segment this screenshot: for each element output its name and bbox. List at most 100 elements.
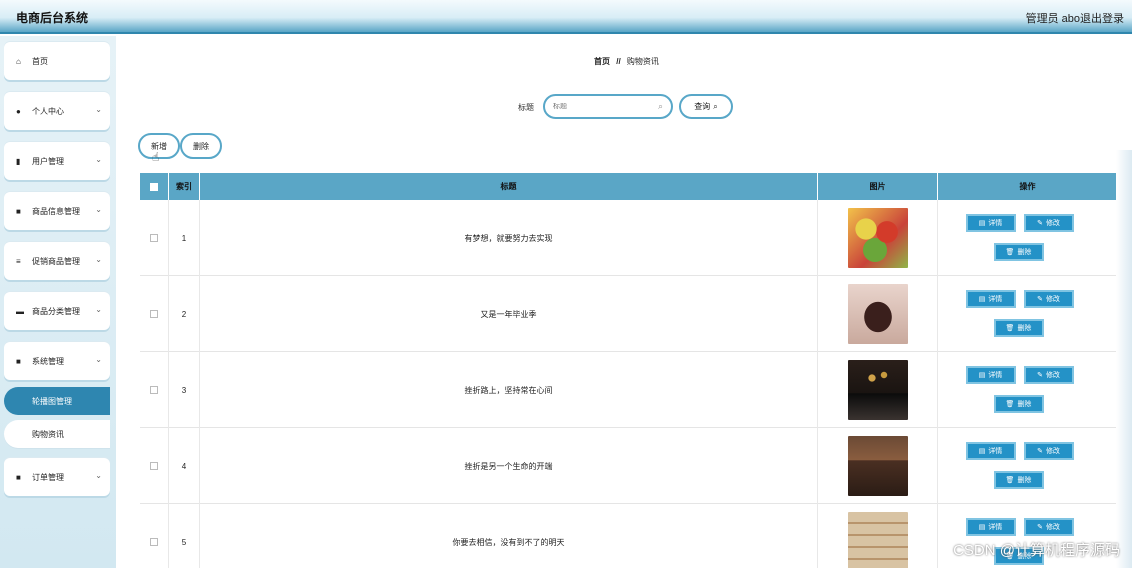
row-image-cell [818, 428, 938, 504]
scrollbar[interactable] [1116, 150, 1132, 568]
chevron-down-icon: ⌄ [95, 255, 102, 264]
sidebar-subitem-carousel[interactable]: 轮播图管理 [4, 387, 110, 415]
sidebar-subitem-label: 轮播图管理 [32, 396, 72, 406]
row-select-cell [140, 428, 169, 504]
chevron-down-icon: ⌄ [95, 355, 102, 364]
edit-button-label: 修改 [1045, 448, 1060, 455]
edit-button-label: 修改 [1045, 372, 1060, 379]
table-row: 4 挫折是另一个生命的开端 ▤ 详情 ✎ 修改 🗑 删除 [140, 428, 1117, 504]
user-icon: ● [16, 106, 21, 116]
header-image: 图片 [818, 173, 938, 200]
edit-button[interactable]: ✎ 修改 [1023, 214, 1074, 232]
row-title: 又是一年毕业季 [200, 276, 818, 352]
top-bar: 电商后台系统 管理员 abo 退出登录 [0, 0, 1132, 34]
table-row: 3 挫折路上，坚持常在心间 ▤ 详情 ✎ 修改 🗑 删除 [140, 352, 1117, 428]
home-icon: ⌂ [16, 56, 21, 66]
row-checkbox[interactable] [150, 234, 158, 242]
row-thumbnail-image[interactable] [847, 208, 908, 268]
sidebar-item-system[interactable]: ■ 系统管理 ⌄ [4, 342, 110, 380]
chevron-down-icon: ⌄ [95, 105, 102, 114]
current-user: 管理员 abo [1025, 13, 1080, 25]
query-button-label: 查询 [694, 102, 711, 111]
breadcrumb: 首页 // 购物资讯 [594, 56, 659, 67]
edit-button[interactable]: ✎ 修改 [1023, 442, 1074, 460]
document-icon: ▤ [978, 448, 986, 455]
edit-button-label: 修改 [1045, 220, 1060, 227]
query-button[interactable]: 查询 ⌕ [679, 94, 733, 119]
search-input[interactable] [553, 103, 653, 110]
header-index: 索引 [169, 173, 200, 200]
sidebar-item-categories[interactable]: ▬ 商品分类管理 ⌄ [4, 292, 110, 330]
detail-button[interactable]: ▤ 详情 [965, 442, 1016, 460]
edit-button[interactable]: ✎ 修改 [1023, 518, 1074, 536]
row-delete-button-label: 删除 [1017, 477, 1032, 484]
row-index: 2 [169, 276, 200, 352]
detail-button[interactable]: ▤ 详情 [965, 214, 1016, 232]
row-delete-button[interactable]: 🗑 删除 [993, 471, 1044, 489]
row-title: 挫折是另一个生命的开端 [200, 428, 818, 504]
row-delete-button[interactable]: 🗑 删除 [993, 319, 1044, 337]
grid-icon: ■ [16, 356, 21, 366]
grid-icon: ■ [16, 472, 21, 482]
row-actions: ▤ 详情 ✎ 修改 🗑 删除 [965, 428, 1088, 504]
row-thumbnail-image[interactable] [847, 360, 908, 420]
logout-link[interactable]: 退出登录 [1080, 10, 1124, 26]
chevron-down-icon: ⌄ [95, 471, 102, 480]
edit-button[interactable]: ✎ 修改 [1023, 366, 1074, 384]
edit-button[interactable]: ✎ 修改 [1023, 290, 1074, 308]
row-index: 5 [169, 504, 200, 568]
row-actions-cell: ▤ 详情 ✎ 修改 🗑 删除 [938, 352, 1117, 428]
detail-button[interactable]: ▤ 详情 [965, 366, 1016, 384]
trash-icon: 🗑 [1005, 249, 1015, 256]
sidebar-item-users[interactable]: ▮ 用户管理 ⌄ [4, 142, 110, 180]
row-thumbnail-image[interactable] [847, 512, 908, 568]
tag-icon: ▬ [16, 306, 24, 316]
row-actions-cell: ▤ 详情 ✎ 修改 🗑 删除 [938, 200, 1117, 276]
detail-button[interactable]: ▤ 详情 [965, 290, 1016, 308]
sidebar-subitem-news[interactable]: 购物资讯 [4, 420, 110, 448]
sidebar-item-home[interactable]: ⌂ 首页 [4, 42, 110, 80]
sidebar-item-label: 商品信息管理 [32, 206, 80, 216]
sidebar-item-promotions[interactable]: ≡ 促销商品管理 ⌄ [4, 242, 110, 280]
row-delete-button-label: 删除 [1017, 325, 1032, 332]
row-checkbox[interactable] [150, 386, 158, 394]
row-index: 4 [169, 428, 200, 504]
breadcrumb-home[interactable]: 首页 [594, 57, 610, 66]
row-select-cell [140, 504, 169, 568]
edit-icon: ✎ [1037, 448, 1043, 455]
sidebar-item-label: 个人中心 [32, 106, 64, 116]
row-delete-button[interactable]: 🗑 删除 [993, 243, 1044, 261]
row-thumbnail-image[interactable] [847, 284, 908, 344]
document-icon: ▤ [978, 296, 986, 303]
select-all-checkbox[interactable] [150, 182, 158, 191]
chevron-down-icon: ⌄ [95, 305, 102, 314]
row-thumbnail-image[interactable] [847, 436, 908, 496]
search-field: ⌕ [543, 94, 673, 119]
sidebar-item-orders[interactable]: ■ 订单管理 ⌄ [4, 458, 110, 496]
row-actions: ▤ 详情 ✎ 修改 🗑 删除 [965, 200, 1088, 276]
document-icon: ▤ [978, 220, 986, 227]
breadcrumb-separator: // [616, 57, 621, 66]
row-actions: ▤ 详情 ✎ 修改 🗑 删除 [965, 352, 1088, 428]
edit-icon: ✎ [1037, 296, 1043, 303]
chevron-down-icon: ⌄ [95, 155, 102, 164]
row-actions-cell: ▤ 详情 ✎ 修改 🗑 删除 [938, 276, 1117, 352]
detail-button-label: 详情 [988, 220, 1003, 227]
search-icon: ⌕ [657, 101, 663, 111]
grid-icon: ■ [16, 206, 21, 216]
delete-button[interactable]: 删除 [180, 133, 222, 159]
row-title: 有梦想，就要努力去实现 [200, 200, 818, 276]
sidebar-item-profile[interactable]: ● 个人中心 ⌄ [4, 92, 110, 130]
row-select-cell [140, 200, 169, 276]
detail-button[interactable]: ▤ 详情 [965, 518, 1016, 536]
list-icon: ≡ [16, 256, 21, 266]
row-checkbox[interactable] [150, 538, 158, 546]
row-actions-cell: ▤ 详情 ✎ 修改 🗑 删除 [938, 428, 1117, 504]
pointer-cursor-icon: ☝ [152, 150, 160, 164]
sidebar-item-label: 订单管理 [32, 472, 64, 482]
row-checkbox[interactable] [150, 462, 158, 470]
row-checkbox[interactable] [150, 310, 158, 318]
row-index: 3 [169, 352, 200, 428]
row-delete-button[interactable]: 🗑 删除 [993, 395, 1044, 413]
sidebar-item-products[interactable]: ■ 商品信息管理 ⌄ [4, 192, 110, 230]
